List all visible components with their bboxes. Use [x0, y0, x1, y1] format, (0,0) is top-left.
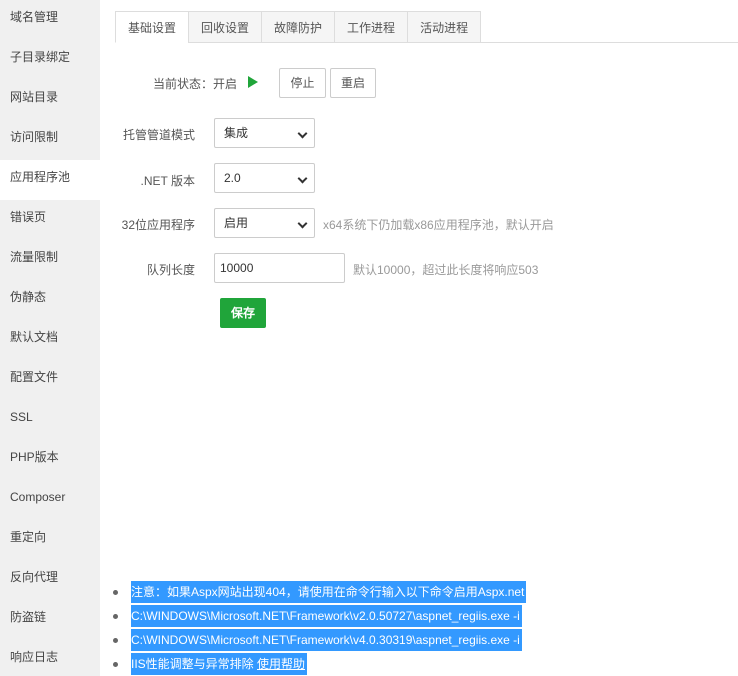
sidebar-item-php-version[interactable]: PHP版本: [0, 440, 100, 480]
status-label: 当前状态：: [152, 77, 213, 91]
sidebar-item-app-pool[interactable]: 应用程序池: [0, 160, 100, 200]
bit32-value: 启用: [224, 216, 249, 230]
net-version-value: 2.0: [224, 171, 241, 185]
sidebar-item-site-dir[interactable]: 网站目录: [0, 80, 100, 120]
sidebar-item-traffic-limit[interactable]: 流量限制: [0, 240, 100, 280]
sidebar-item-config-file[interactable]: 配置文件: [0, 360, 100, 400]
sidebar-item-error-page[interactable]: 错误页: [0, 200, 100, 240]
sidebar-item-access-limit[interactable]: 访问限制: [0, 120, 100, 160]
bit32-label: 32位应用程序: [121, 218, 195, 232]
bit32-hint: x64系统下仍加载x86应用程序池，默认开启: [323, 218, 554, 232]
status-value: 开启: [213, 77, 238, 91]
sidebar-item-reverse-proxy[interactable]: 反向代理: [0, 560, 100, 600]
sidebar-item-hotlink[interactable]: 防盗链: [0, 600, 100, 640]
pipeline-mode-label: 托管管道模式: [122, 128, 195, 142]
bit32-select[interactable]: 启用: [214, 208, 315, 238]
sidebar-item-redirect[interactable]: 重定向: [0, 520, 100, 560]
note-text: C:\WINDOWS\Microsoft.NET\Framework\v4.0.…: [131, 629, 522, 651]
net-version-label: .NET 版本: [140, 174, 195, 188]
tab-worker-process[interactable]: 工作进程: [334, 11, 408, 43]
bullet-icon: [113, 614, 118, 619]
sidebar-item-response-log[interactable]: 响应日志: [0, 640, 100, 676]
save-button[interactable]: 保存: [220, 298, 266, 328]
chevron-down-icon: [297, 128, 308, 139]
tab-basic-settings[interactable]: 基础设置: [115, 11, 189, 43]
bullet-icon: [113, 590, 118, 595]
sidebar-item-composer[interactable]: Composer: [0, 480, 100, 520]
sidebar-item-domain[interactable]: 域名管理: [0, 0, 100, 40]
sidebar-item-rewrite[interactable]: 伪静态: [0, 280, 100, 320]
tab-bar: 基础设置 回收设置 故障防护 工作进程 活动进程: [115, 11, 482, 43]
help-link[interactable]: 使用帮助: [257, 657, 305, 671]
bullet-icon: [113, 662, 118, 667]
note-text-part: IIS性能调整与异常排除: [131, 657, 258, 671]
queue-length-input[interactable]: [214, 253, 345, 283]
sidebar-item-default-doc[interactable]: 默认文档: [0, 320, 100, 360]
sidebar-item-subdir[interactable]: 子目录绑定: [0, 40, 100, 80]
note-text: IIS性能调整与异常排除 使用帮助: [131, 653, 308, 675]
note-text: C:\WINDOWS\Microsoft.NET\Framework\v2.0.…: [131, 605, 522, 627]
note-text: 注意：如果Aspx网站出现404，请使用在命令行输入以下命令启用Aspx.net: [131, 581, 527, 603]
pipeline-mode-value: 集成: [224, 126, 249, 140]
stop-button[interactable]: 停止: [279, 68, 326, 98]
chevron-down-icon: [297, 218, 308, 229]
restart-button[interactable]: 重启: [330, 68, 376, 98]
queue-length-hint: 默认10000，超过此长度将响应503: [353, 263, 539, 277]
tab-active-process[interactable]: 活动进程: [407, 11, 482, 43]
queue-length-label: 队列长度: [146, 263, 195, 277]
tab-recycle-settings[interactable]: 回收设置: [188, 11, 262, 43]
chevron-down-icon: [297, 173, 308, 184]
net-version-select[interactable]: 2.0: [214, 163, 315, 193]
sidebar-item-ssl[interactable]: SSL: [0, 400, 100, 440]
bullet-icon: [113, 638, 118, 643]
tab-fault-protection[interactable]: 故障防护: [261, 11, 335, 43]
sidebar: 域名管理 子目录绑定 网站目录 访问限制 应用程序池 错误页 流量限制 伪静态 …: [0, 0, 100, 676]
play-icon: [248, 76, 258, 88]
pipeline-mode-select[interactable]: 集成: [214, 118, 315, 148]
